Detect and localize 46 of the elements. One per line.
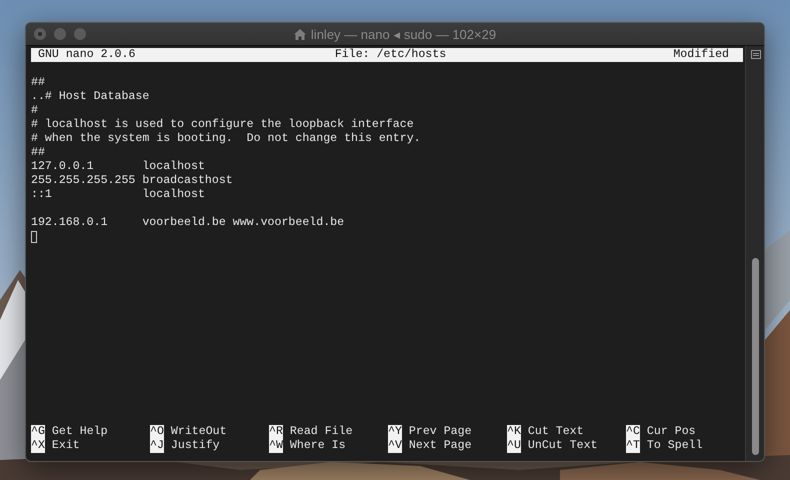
shortcut-label: Justify bbox=[170, 439, 220, 453]
shortcut-label: Cut Text bbox=[528, 425, 584, 439]
shortcut-label: UnCut Text bbox=[528, 439, 598, 453]
code-line: 192.168.0.1 voorbeeld.be www.voorbeeld.be bbox=[31, 216, 346, 230]
file-name: File: /etc/hosts bbox=[334, 48, 446, 62]
shortcut-label: Exit bbox=[52, 439, 80, 453]
zoom-button[interactable] bbox=[74, 28, 86, 40]
close-button[interactable] bbox=[34, 28, 46, 40]
editor-version: GNU nano 2.0.6 bbox=[38, 48, 136, 62]
shortcut-key: ^T bbox=[626, 439, 640, 453]
text-cursor bbox=[31, 231, 37, 243]
code-line: ::1 localhost bbox=[31, 188, 206, 202]
shortcut-key: ^U bbox=[507, 439, 521, 453]
shortcut-key: ^C bbox=[626, 425, 640, 439]
shortcut-key: ^O bbox=[150, 425, 164, 439]
shortcut-label: WriteOut bbox=[170, 425, 227, 439]
shortcut-key: ^J bbox=[150, 439, 164, 453]
scroll-bar[interactable] bbox=[745, 46, 764, 461]
shortcut-key: ^W bbox=[269, 439, 283, 453]
shortcut-label: Next Page bbox=[408, 439, 472, 453]
minimize-button[interactable] bbox=[54, 28, 66, 40]
modified-status: Modified bbox=[673, 48, 730, 62]
scroll-thumb[interactable] bbox=[752, 258, 759, 455]
shortcut-key: ^K bbox=[507, 425, 521, 439]
code-line: # localhost is used to configure the loopback interface bbox=[31, 118, 415, 132]
shortcut-key: ^R bbox=[269, 425, 283, 439]
code-line: ..# Host Database bbox=[31, 90, 150, 104]
code-line: 127.0.0.1 localhost bbox=[31, 160, 206, 174]
shortcut-label: To Spell bbox=[646, 439, 703, 453]
shortcut-label: Cur Pos bbox=[646, 425, 696, 439]
code-line: 255.255.255.255 broadcasthost bbox=[31, 174, 234, 188]
split-icon[interactable] bbox=[751, 50, 761, 59]
code-line: ## bbox=[31, 76, 46, 90]
shortcut-key: ^Y bbox=[388, 425, 402, 439]
shortcut-label: Read File bbox=[290, 425, 353, 439]
home-icon bbox=[294, 28, 306, 40]
code-line: # when the system is booting. Do not change this entry. bbox=[31, 132, 422, 146]
shortcut-label: Prev Page bbox=[408, 425, 472, 439]
shortcut-key: ^V bbox=[388, 439, 402, 453]
code-line: # bbox=[31, 104, 39, 118]
shortcut-label: Where Is bbox=[290, 439, 346, 453]
shortcut-key: ^X bbox=[31, 439, 45, 453]
shortcut-key: ^G bbox=[31, 425, 45, 439]
window-title: linley — nano ◂ sudo — 102×29 bbox=[310, 26, 496, 42]
shortcut-label: Get Help bbox=[52, 425, 108, 439]
code-line: ## bbox=[31, 146, 46, 160]
